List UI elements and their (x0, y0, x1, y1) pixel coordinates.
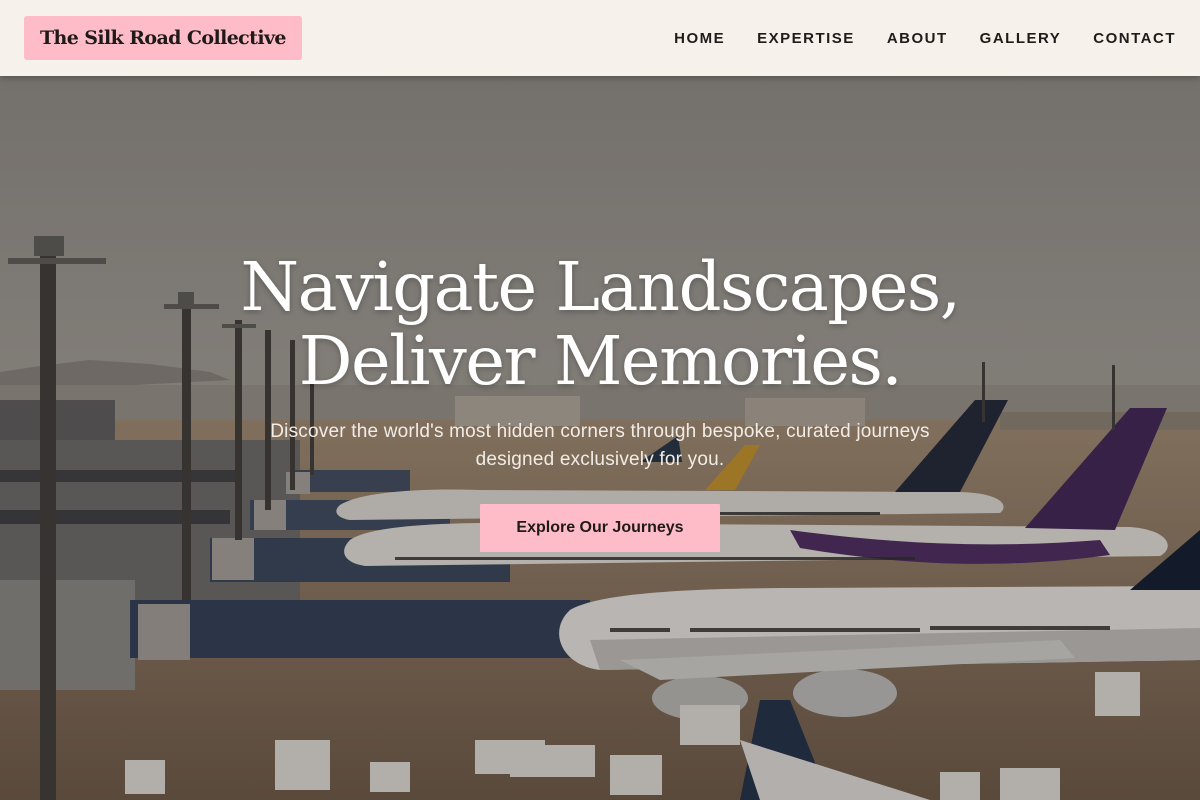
landing-page: The Silk Road Collective HOME EXPERTISE … (0, 0, 1200, 800)
brand-logo-link[interactable]: The Silk Road Collective (24, 16, 302, 60)
hero-section: Navigate Landscapes, Deliver Memories. D… (0, 250, 1200, 552)
hero-title: Navigate Landscapes, Deliver Memories. (0, 250, 1200, 398)
nav-link-gallery[interactable]: GALLERY (980, 30, 1062, 47)
nav-link-home[interactable]: HOME (674, 30, 725, 47)
hero-title-line-2: Deliver Memories. (298, 322, 903, 400)
hero-subtitle: Discover the world's most hidden corners… (270, 421, 930, 470)
main-nav: HOME EXPERTISE ABOUT GALLERY CONTACT (642, 0, 1176, 76)
nav-link-about[interactable]: ABOUT (887, 30, 948, 47)
site-header: The Silk Road Collective HOME EXPERTISE … (0, 0, 1200, 76)
nav-link-expertise[interactable]: EXPERTISE (757, 30, 855, 47)
hero-title-line-1: Navigate Landscapes, (240, 248, 961, 326)
explore-journeys-button[interactable]: Explore Our Journeys (480, 504, 720, 552)
nav-link-contact[interactable]: CONTACT (1093, 30, 1176, 47)
